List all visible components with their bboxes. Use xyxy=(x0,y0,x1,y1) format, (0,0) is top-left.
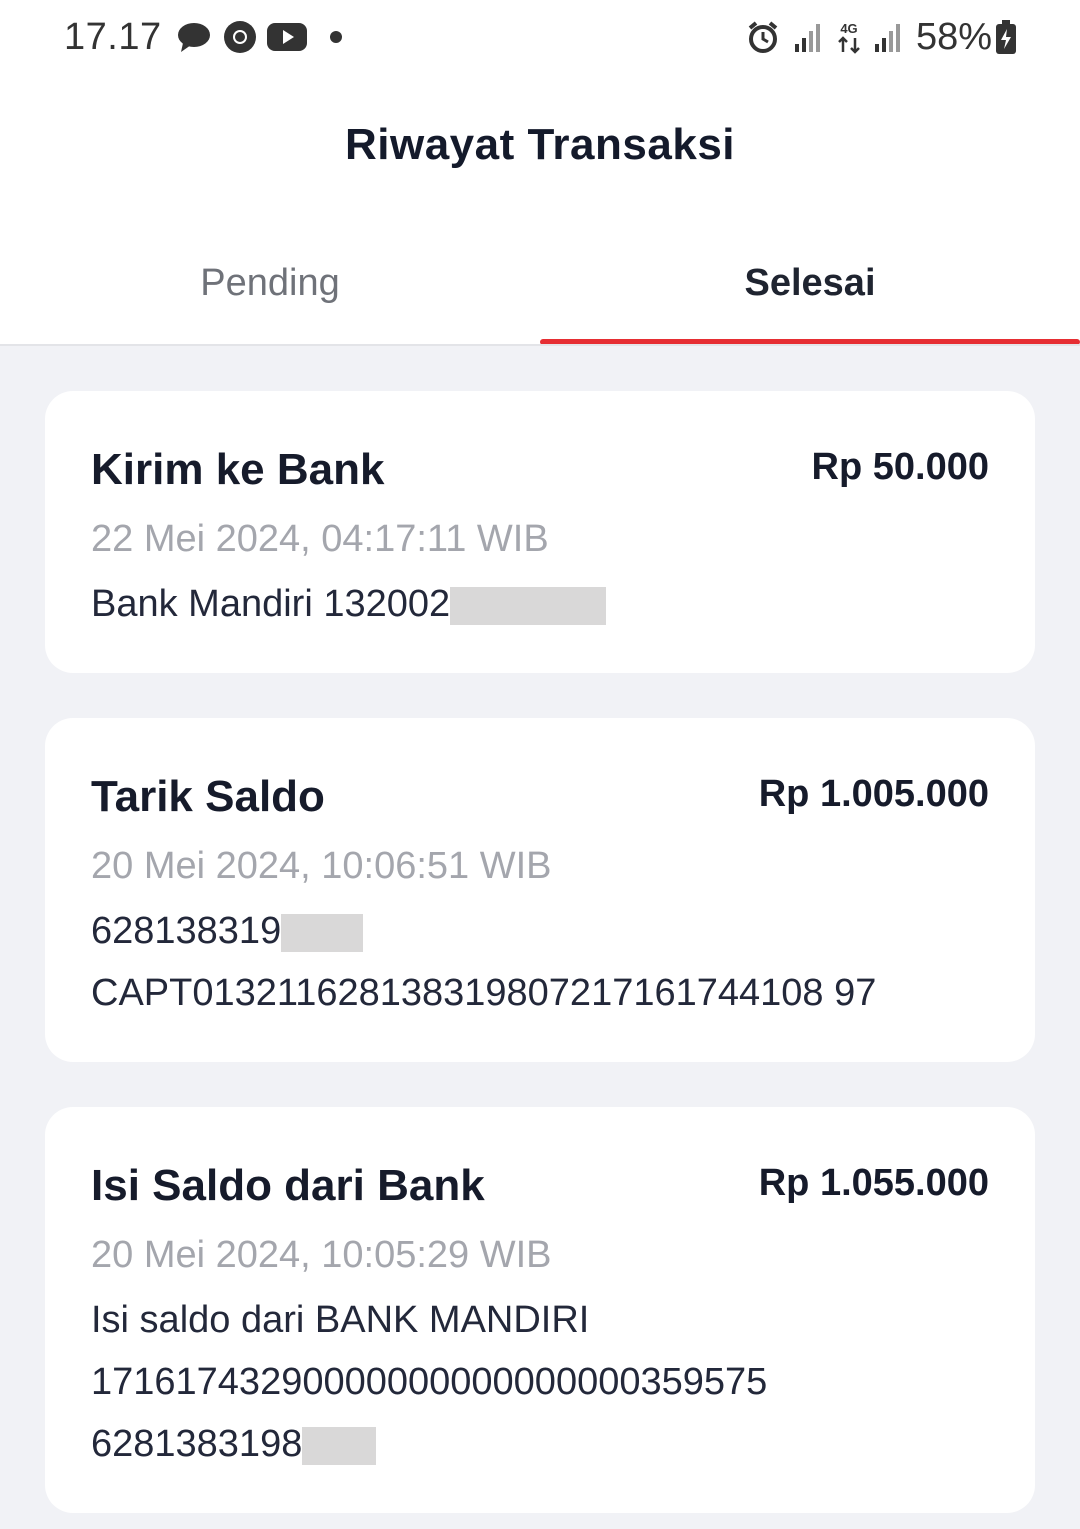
chat-bubble-icon xyxy=(176,20,212,54)
app-header: 17.17 4G 58% Riwayat Transaksi Pending S… xyxy=(0,0,1080,346)
transaction-detail-line: Bank Mandiri 132002 xyxy=(91,583,607,626)
transaction-datetime: 20 Mei 2024, 10:06:51 WIB xyxy=(91,845,552,887)
battery-percent: 58% xyxy=(916,16,993,58)
dot-icon xyxy=(328,20,344,54)
transaction-datetime: 20 Mei 2024, 10:05:29 WIB xyxy=(91,1234,552,1276)
transaction-title: Kirim ke Bank xyxy=(91,445,385,494)
signal-icon xyxy=(872,20,902,54)
transaction-detail-text: 628138319 xyxy=(91,910,282,952)
alarm-icon xyxy=(745,20,781,54)
transaction-card[interactable]: Kirim ke Bank Rp 50.000 22 Mei 2024, 04:… xyxy=(45,391,1035,673)
svg-text:4G: 4G xyxy=(840,21,857,36)
signal-icon xyxy=(792,20,822,54)
redaction-block xyxy=(302,1426,377,1465)
transaction-amount: Rp 1.005.000 xyxy=(758,773,989,815)
redaction-block xyxy=(281,913,364,952)
transaction-detail-line: 628138319 xyxy=(91,910,364,953)
transaction-title: Tarik Saldo xyxy=(91,772,325,821)
transaction-detail-line: 6281383198 xyxy=(91,1423,377,1466)
chrome-icon xyxy=(222,20,258,54)
transaction-detail-text: Bank Mandiri 132002 xyxy=(91,583,451,625)
page-title: Riwayat Transaksi xyxy=(344,120,736,169)
transaction-card[interactable]: Isi Saldo dari Bank Rp 1.055.000 20 Mei … xyxy=(45,1107,1035,1513)
transaction-reference: 17161743290000000000000000359575 xyxy=(91,1361,768,1403)
youtube-icon xyxy=(266,20,308,54)
transaction-amount: Rp 50.000 xyxy=(811,446,989,488)
network-4g-icon: 4G xyxy=(832,20,866,54)
transaction-reference: CAPT013211628138319807217161744108 97 xyxy=(91,972,877,1014)
divider xyxy=(0,344,1080,346)
status-time: 17.17 xyxy=(64,16,162,58)
tab-pending[interactable]: Pending xyxy=(0,262,540,305)
status-bar: 17.17 4G 58% xyxy=(0,0,1080,76)
redaction-block xyxy=(450,586,607,625)
battery-charging-icon xyxy=(994,20,1018,54)
transaction-card[interactable]: Tarik Saldo Rp 1.005.000 20 Mei 2024, 10… xyxy=(45,718,1035,1062)
transaction-datetime: 22 Mei 2024, 04:17:11 WIB xyxy=(91,518,549,560)
tab-selesai[interactable]: Selesai xyxy=(540,262,1080,305)
transaction-detail-text: 6281383198 xyxy=(91,1423,303,1465)
transaction-amount: Rp 1.055.000 xyxy=(758,1162,989,1204)
transaction-detail-line: Isi saldo dari BANK MANDIRI xyxy=(91,1299,590,1341)
transaction-title: Isi Saldo dari Bank xyxy=(91,1161,485,1210)
